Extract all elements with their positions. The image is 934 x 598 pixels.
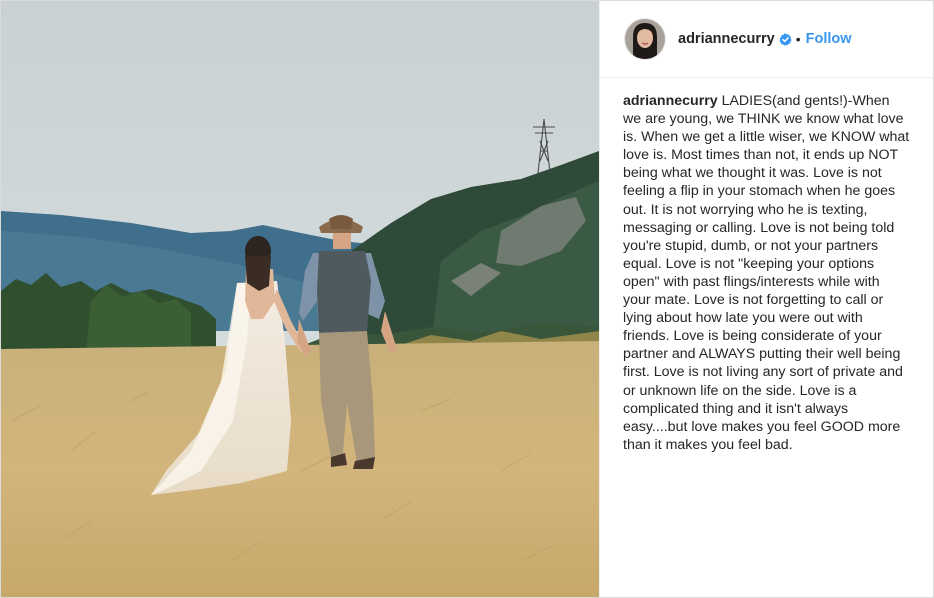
post-caption: adriannecurry LADIES(and gents!)-When we…	[600, 78, 933, 454]
couple-in-field-photo	[1, 1, 599, 597]
follow-button[interactable]: Follow	[806, 31, 852, 47]
post-photo[interactable]	[1, 1, 599, 597]
avatar-image	[625, 19, 665, 59]
post-header: adriannecurry • Follow	[600, 1, 933, 78]
instagram-post: adriannecurry • Follow adriannecurry LAD…	[0, 0, 934, 598]
verified-badge-icon	[779, 32, 792, 46]
post-username[interactable]: adriannecurry	[678, 31, 775, 47]
post-sidebar: adriannecurry • Follow adriannecurry LAD…	[599, 1, 933, 597]
caption-username[interactable]: adriannecurry	[623, 93, 718, 109]
caption-text: LADIES(and gents!)-When we are young, we…	[623, 93, 910, 453]
header-separator: •	[795, 31, 801, 47]
profile-avatar[interactable]	[624, 18, 666, 60]
post-header-inner: adriannecurry • Follow	[624, 18, 852, 60]
